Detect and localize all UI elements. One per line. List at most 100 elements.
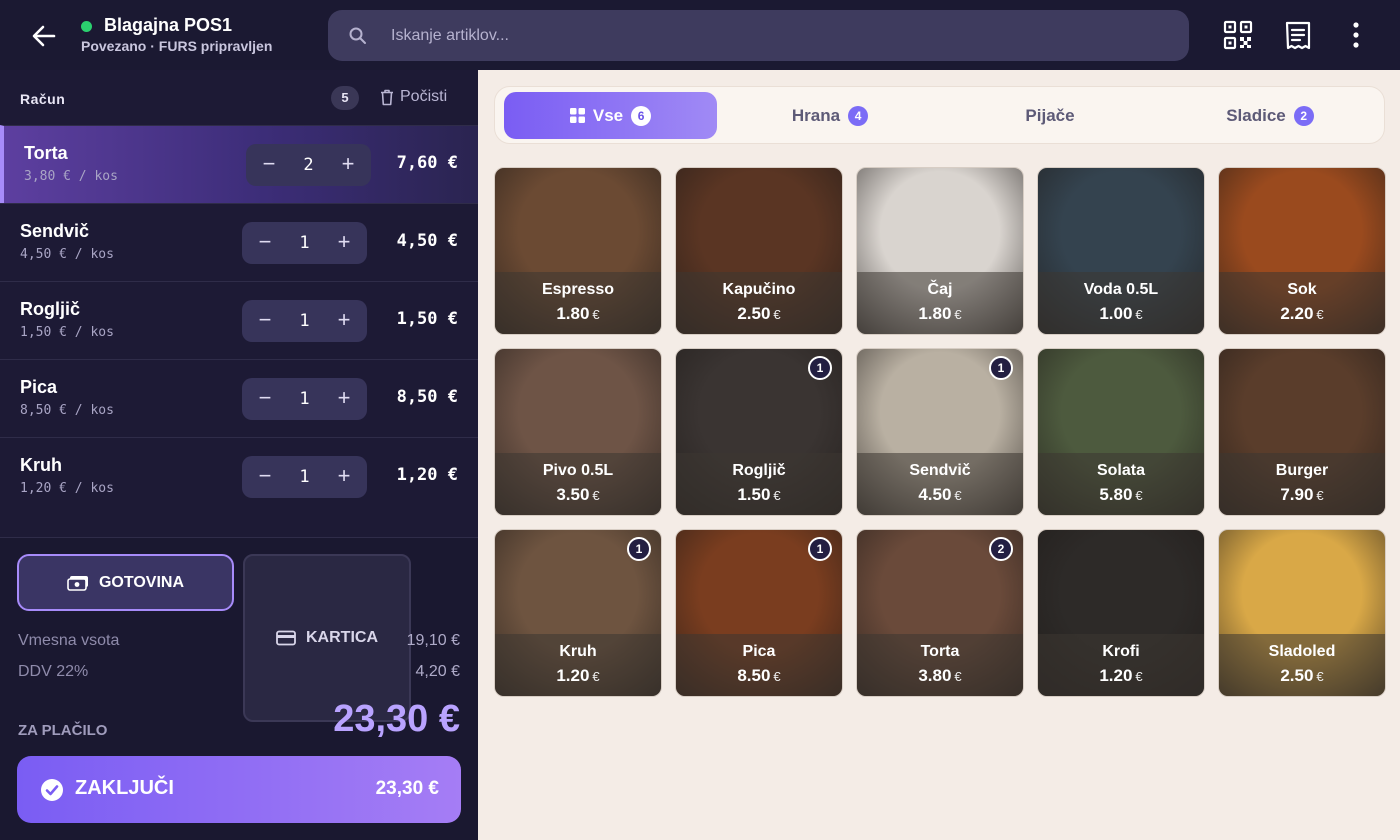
bill-title: Račun <box>20 91 66 107</box>
product-card[interactable]: Voda 0.5L 1.00 € <box>1037 167 1205 335</box>
product-name: Espresso <box>541 281 615 298</box>
product-card[interactable]: Espresso 1.80 € <box>494 167 662 335</box>
bill-item-row[interactable]: Sendvič 4,50 € / kos −1 + 4,50 € <box>0 203 478 281</box>
product-caption: Solata 5.80 € <box>1038 453 1204 515</box>
connection-status-dot <box>81 21 92 32</box>
bill-item-row[interactable]: Rogljič 1,50 € / kos −1 +1,50 € <box>0 281 478 359</box>
product-price-line: 3.80 € <box>857 666 1023 686</box>
finish-sale-button[interactable]: ZAKLJUČI 23,30 € <box>17 756 461 823</box>
tab-hrana[interactable]: Hrana 4 <box>725 92 935 139</box>
product-price: 2.20 <box>1280 304 1314 323</box>
amount-due-label: ZA PLAČILO <box>18 722 108 739</box>
tab-sladice-label: Sladice <box>1226 105 1286 125</box>
finish-sale-label: ZAKLJUČI <box>75 777 174 799</box>
quantity-stepper: −1 + <box>242 222 367 264</box>
product-card[interactable]: 1 Kruh 1.20 € <box>494 529 662 697</box>
currency-symbol: € <box>773 669 781 684</box>
tab-vse[interactable]: Vse 6 <box>504 92 717 139</box>
product-caption: Espresso 1.80 € <box>495 272 661 334</box>
subtotal-value: 19,10 € <box>406 632 460 649</box>
product-price: 1.00 <box>1099 304 1133 323</box>
bill-item-unit-price: 4,50 € / kos <box>20 247 114 262</box>
decrease-qty-button[interactable]: − <box>244 456 286 498</box>
product-card[interactable]: 1 Sendvič 4.50 € <box>856 348 1024 516</box>
product-card[interactable]: 1 Pica 8.50 € <box>675 529 843 697</box>
trash-icon <box>381 89 393 105</box>
product-card[interactable]: Pivo 0.5L 3.50 € <box>494 348 662 516</box>
product-name: Krofi <box>1102 643 1140 660</box>
bill-item-name: Kruh <box>20 455 62 475</box>
payment-section: GOTOVINA KARTICA Vmesna vsota 19,10 € DD… <box>0 537 478 840</box>
product-price: 1.20 <box>556 666 590 685</box>
decrease-qty-button[interactable]: − <box>244 378 286 420</box>
tab-hrana-badge: 4 <box>848 105 869 126</box>
register-title: Blagajna POS1 <box>104 15 233 35</box>
bill-item-total: 1,50 € <box>396 309 458 329</box>
product-card[interactable]: Kapučino 2.50 € <box>675 167 843 335</box>
currency-symbol: € <box>954 307 962 322</box>
bill-item-row[interactable]: Pica 8,50 € / kos −1 +8,50 € <box>0 359 478 437</box>
bill-item-total: 1,20 € <box>396 465 458 485</box>
bill-item-row[interactable]: Torta 3,80 € / kos −2 +7,60 € <box>0 125 478 203</box>
more-vertical-icon[interactable] <box>1340 18 1372 52</box>
credit-card-icon <box>276 630 296 646</box>
decrease-qty-button[interactable]: − <box>248 144 290 186</box>
card-payment-label: KARTICA <box>306 629 378 646</box>
card-payment-button[interactable]: KARTICA <box>243 554 411 722</box>
increase-qty-button[interactable]: + <box>323 456 365 498</box>
back-arrow-icon[interactable] <box>28 20 60 52</box>
increase-qty-button[interactable]: + <box>323 222 365 264</box>
product-name: Torta <box>920 643 960 660</box>
tab-pijace[interactable]: Pijače <box>945 92 1155 139</box>
app-header: Blagajna POS1 Povezano · FURS pripravlje… <box>0 0 1400 70</box>
currency-symbol: € <box>1135 307 1143 322</box>
quantity-stepper: −2 + <box>246 144 371 186</box>
increase-qty-button[interactable]: + <box>323 300 365 342</box>
bill-item-total: 8,50 € <box>396 387 458 407</box>
search-bar[interactable] <box>328 10 1189 61</box>
product-card[interactable]: Čaj 1.80 € <box>856 167 1024 335</box>
product-price: 2.50 <box>1280 666 1314 685</box>
product-card[interactable]: Burger 7.90 € <box>1218 348 1386 516</box>
product-card[interactable]: Sladoled 2.50 € <box>1218 529 1386 697</box>
increase-qty-button[interactable]: + <box>327 144 369 186</box>
category-tabs: Vse 6 Hrana 4 Pijače Sladice 2 <box>494 86 1385 144</box>
bill-item-total: 7,60 € <box>396 153 458 173</box>
product-quantity-badge: 1 <box>627 537 651 561</box>
tab-pijace-label: Pijače <box>1025 105 1075 125</box>
tab-vse-label: Vse <box>592 105 624 125</box>
product-price: 1.50 <box>737 485 771 504</box>
cash-payment-button[interactable]: GOTOVINA <box>17 554 234 611</box>
bill-item-name: Sendvič <box>20 221 90 241</box>
bill-item-row[interactable]: Kruh 1,20 € / kos −1 +1,20 € <box>0 437 478 515</box>
currency-symbol: € <box>592 488 600 503</box>
currency-symbol: € <box>592 669 600 684</box>
bill-item-name: Torta <box>24 143 68 163</box>
product-caption: Sendvič 4.50 € <box>857 453 1023 515</box>
product-card[interactable]: 1 Rogljič 1.50 € <box>675 348 843 516</box>
increase-qty-button[interactable]: + <box>323 378 365 420</box>
decrease-qty-button[interactable]: − <box>244 222 286 264</box>
quantity-value: 1 <box>299 389 310 409</box>
tab-sladice[interactable]: Sladice 2 <box>1165 92 1375 139</box>
qr-code-icon[interactable] <box>1222 18 1254 52</box>
product-card[interactable]: Solata 5.80 € <box>1037 348 1205 516</box>
product-price: 1.80 <box>918 304 952 323</box>
product-caption: Voda 0.5L 1.00 € <box>1038 272 1204 334</box>
product-card[interactable]: 2 Torta 3.80 € <box>856 529 1024 697</box>
bill-item-total: 4,50 € <box>396 231 458 251</box>
clear-bill-button[interactable]: Počisti <box>380 88 447 106</box>
product-card[interactable]: Krofi 1.20 € <box>1037 529 1205 697</box>
bill-item-unit-price: 1,20 € / kos <box>20 481 114 496</box>
product-price-line: 1.20 € <box>1038 666 1204 686</box>
product-name: Rogljič <box>732 462 786 479</box>
search-icon <box>349 27 366 44</box>
product-price-line: 4.50 € <box>857 485 1023 505</box>
decrease-qty-button[interactable]: − <box>244 300 286 342</box>
product-caption: Burger 7.90 € <box>1219 453 1385 515</box>
product-name: Sladoled <box>1268 643 1336 660</box>
product-caption: Sok 2.20 € <box>1219 272 1385 334</box>
search-input[interactable] <box>391 10 1151 61</box>
product-card[interactable]: Sok 2.20 € <box>1218 167 1386 335</box>
receipt-icon[interactable] <box>1282 18 1314 52</box>
